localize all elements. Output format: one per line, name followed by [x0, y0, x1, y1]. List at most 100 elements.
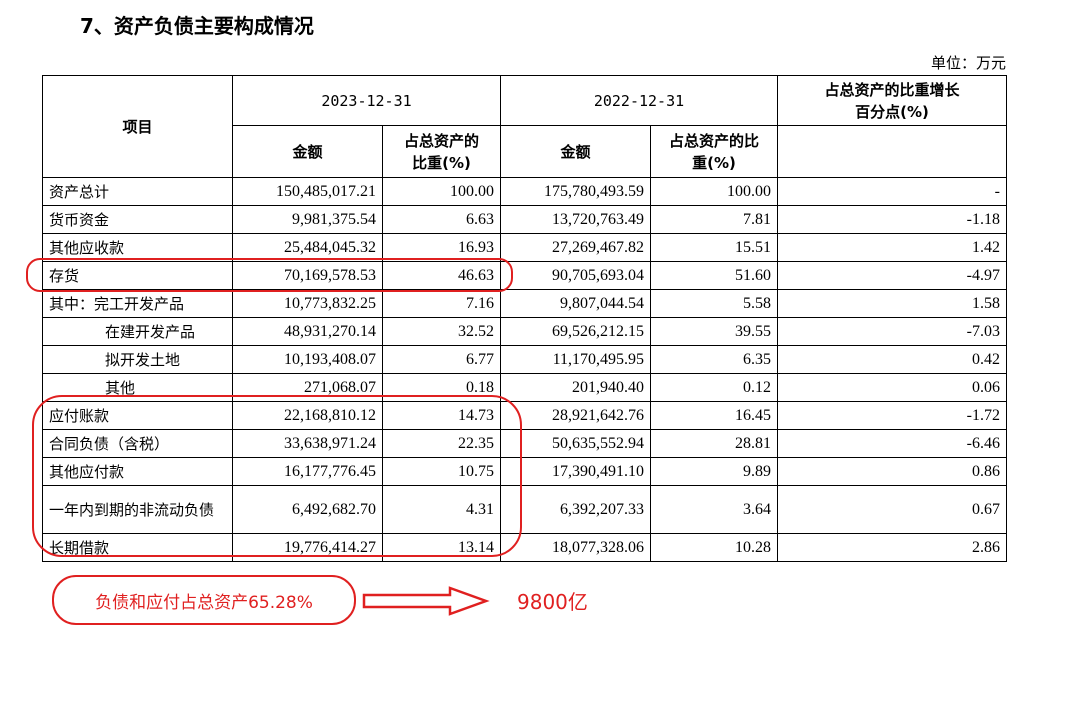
- row-ratio-2023: 22.35: [382, 429, 501, 458]
- row-amount-2022: 90,705,693.04: [500, 261, 651, 290]
- row-item-name: 其中：完工开发产品: [42, 289, 233, 318]
- header-date-2022: 2022-12-31: [500, 75, 778, 126]
- row-amount-2022: 28,921,642.76: [500, 401, 651, 430]
- row-change: -4.97: [777, 261, 1007, 290]
- row-ratio-2022: 15.51: [650, 233, 778, 262]
- table-row: 其他 271,068.07 0.18 201,940.40 0.12 0.06: [42, 373, 1007, 402]
- row-change: 0.67: [777, 485, 1007, 534]
- row-amount-2022: 9,807,044.54: [500, 289, 651, 318]
- section-heading: 7、资产负债主要构成情况: [80, 14, 314, 38]
- row-ratio-2022: 3.64: [650, 485, 778, 534]
- table-row: 一年内到期的非流动负债 6,492,682.70 4.31 6,392,207.33 3…: [42, 485, 1007, 534]
- row-ratio-2022: 6.35: [650, 345, 778, 374]
- row-change: -1.18: [777, 205, 1007, 234]
- row-ratio-2022: 39.55: [650, 317, 778, 346]
- row-ratio-2023: 13.14: [382, 533, 501, 562]
- row-amount-2023: 22,168,810.12: [232, 401, 383, 430]
- row-amount-2023: 150,485,017.21: [232, 177, 383, 206]
- row-ratio-2023: 10.75: [382, 457, 501, 486]
- table-row: 应付账款 22,168,810.12 14.73 28,921,642.76 16.45…: [42, 401, 1007, 430]
- table-row: 拟开发土地 10,193,408.07 6.77 11,170,495.95 6.35 0…: [42, 345, 1007, 374]
- table-row: 存货 70,169,578.53 46.63 90,705,693.04 51.60 -4…: [42, 261, 1007, 290]
- row-item-name: 其他: [42, 373, 233, 402]
- row-amount-2022: 27,269,467.82: [500, 233, 651, 262]
- row-item-name: 货币资金: [42, 205, 233, 234]
- row-amount-2022: 17,390,491.10: [500, 457, 651, 486]
- row-ratio-2023: 0.18: [382, 373, 501, 402]
- table-row: 其中：完工开发产品 10,773,832.25 7.16 9,807,044.54 5.…: [42, 289, 1007, 318]
- unit-label: 单位：万元: [930, 54, 1006, 72]
- row-amount-2023: 33,638,971.24: [232, 429, 383, 458]
- row-ratio-2022: 28.81: [650, 429, 778, 458]
- row-ratio-2023: 32.52: [382, 317, 501, 346]
- table-row: 在建开发产品 48,931,270.14 32.52 69,526,212.15 39.…: [42, 317, 1007, 346]
- row-amount-2023: 271,068.07: [232, 373, 383, 402]
- table-row: 长期借款 19,776,414.27 13.14 18,077,328.06 10.28…: [42, 533, 1007, 562]
- row-item-name: 存货: [42, 261, 233, 290]
- row-change: -7.03: [777, 317, 1007, 346]
- row-amount-2022: 13,720,763.49: [500, 205, 651, 234]
- row-ratio-2023: 16.93: [382, 233, 501, 262]
- row-amount-2022: 201,940.40: [500, 373, 651, 402]
- row-item-name: 一年内到期的非流动负债: [42, 485, 233, 534]
- row-item-name: 应付账款: [42, 401, 233, 430]
- row-item-name: 其他应付款: [42, 457, 233, 486]
- row-ratio-2023: 100.00: [382, 177, 501, 206]
- row-item-name: 在建开发产品: [42, 317, 233, 346]
- row-change: -6.46: [777, 429, 1007, 458]
- row-change: -1.72: [777, 401, 1007, 430]
- header-date-2023: 2023-12-31: [232, 75, 501, 126]
- row-amount-2023: 9,981,375.54: [232, 205, 383, 234]
- row-amount-2022: 6,392,207.33: [500, 485, 651, 534]
- row-amount-2022: 11,170,495.95: [500, 345, 651, 374]
- row-change: 0.86: [777, 457, 1007, 486]
- row-ratio-2023: 6.77: [382, 345, 501, 374]
- header-amount-2023: 金额: [232, 125, 383, 178]
- row-item-name: 合同负债（含税）: [42, 429, 233, 458]
- row-ratio-2022: 16.45: [650, 401, 778, 430]
- row-ratio-2023: 14.73: [382, 401, 501, 430]
- row-amount-2022: 175,780,493.59: [500, 177, 651, 206]
- header-amount-2022: 金额: [500, 125, 651, 178]
- row-amount-2023: 25,484,045.32: [232, 233, 383, 262]
- row-amount-2023: 48,931,270.14: [232, 317, 383, 346]
- row-change: -: [777, 177, 1007, 206]
- row-ratio-2023: 7.16: [382, 289, 501, 318]
- result-note: 9800亿: [517, 590, 588, 614]
- row-ratio-2022: 7.81: [650, 205, 778, 234]
- liabilities-note: 负债和应付占总资产65.28%: [52, 575, 356, 625]
- row-amount-2023: 16,177,776.45: [232, 457, 383, 486]
- row-amount-2022: 18,077,328.06: [500, 533, 651, 562]
- row-amount-2023: 70,169,578.53: [232, 261, 383, 290]
- row-ratio-2022: 51.60: [650, 261, 778, 290]
- row-item-name: 其他应收款: [42, 233, 233, 262]
- row-ratio-2023: 6.63: [382, 205, 501, 234]
- header-ratio-2022: 占总资产的比重(%): [650, 125, 778, 178]
- row-ratio-2022: 9.89: [650, 457, 778, 486]
- row-ratio-2022: 5.58: [650, 289, 778, 318]
- row-amount-2023: 10,773,832.25: [232, 289, 383, 318]
- table-row: 其他应付款 16,177,776.45 10.75 17,390,491.10 9.89…: [42, 457, 1007, 486]
- row-item-name: 资产总计: [42, 177, 233, 206]
- table-row: 合同负债（含税） 33,638,971.24 22.35 50,635,552.94 2…: [42, 429, 1007, 458]
- table-row: 其他应收款 25,484,045.32 16.93 27,269,467.82 15.5…: [42, 233, 1007, 262]
- row-item-name: 长期借款: [42, 533, 233, 562]
- row-ratio-2022: 0.12: [650, 373, 778, 402]
- header-item: 项目: [42, 75, 233, 178]
- row-amount-2023: 10,193,408.07: [232, 345, 383, 374]
- row-ratio-2022: 10.28: [650, 533, 778, 562]
- header-change-blank: [777, 125, 1007, 178]
- table-row: 货币资金 9,981,375.54 6.63 13,720,763.49 7.81 -1.…: [42, 205, 1007, 234]
- row-item-name: 拟开发土地: [42, 345, 233, 374]
- row-ratio-2023: 4.31: [382, 485, 501, 534]
- table-row: 资产总计 150,485,017.21 100.00 175,780,493.59 10…: [42, 177, 1007, 206]
- row-amount-2022: 69,526,212.15: [500, 317, 651, 346]
- row-ratio-2022: 100.00: [650, 177, 778, 206]
- row-amount-2023: 6,492,682.70: [232, 485, 383, 534]
- header-change: 占总资产的比重增长百分点(%): [777, 75, 1007, 126]
- balance-sheet-table: 项目 2023-12-31 2022-12-31 占总资产的比重增长百分点(%)…: [42, 75, 1007, 562]
- row-amount-2022: 50,635,552.94: [500, 429, 651, 458]
- row-amount-2023: 19,776,414.27: [232, 533, 383, 562]
- arrow-right-icon: [362, 586, 490, 616]
- row-change: 0.06: [777, 373, 1007, 402]
